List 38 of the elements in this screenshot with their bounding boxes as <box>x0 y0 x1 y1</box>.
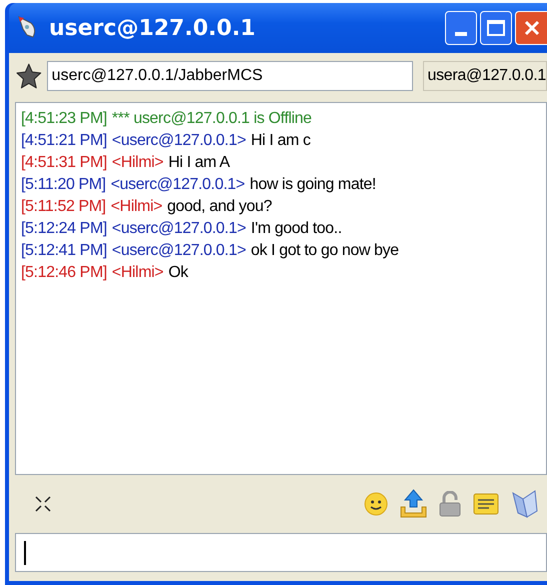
upload-icon[interactable] <box>400 489 427 519</box>
message-input[interactable] <box>15 533 547 572</box>
message-time: [5:11:52 PM] <box>21 197 106 217</box>
contact-label: usera@127.0.0.1 <box>422 61 547 91</box>
message-sender: <Hilmi> <box>112 153 164 173</box>
message-time: [4:51:21 PM] <box>21 131 107 151</box>
message-text: Hi I am A <box>168 153 230 173</box>
collapse-icon[interactable] <box>35 496 51 512</box>
maximize-button[interactable] <box>480 11 512 45</box>
message-text: Ok <box>168 263 188 283</box>
close-icon <box>522 19 540 37</box>
message-text: how is going mate! <box>250 175 376 195</box>
message-time: [4:51:31 PM] <box>21 153 107 173</box>
close-button[interactable] <box>515 11 547 45</box>
window-title: userc@127.0.0.1 <box>49 14 256 42</box>
note-icon[interactable] <box>473 492 499 516</box>
message-time: [5:12:46 PM] <box>21 263 107 283</box>
message-sender: <userc@127.0.0.1> <box>112 241 246 261</box>
message-time: [4:51:23 PM] <box>21 109 107 129</box>
message-sender: <Hilmi> <box>110 197 162 217</box>
message-time: [5:11:20 PM] <box>21 175 106 195</box>
message-time: [5:12:41 PM] <box>21 241 107 261</box>
book-icon[interactable] <box>511 489 539 519</box>
message-text: I'm good too.. <box>250 219 342 239</box>
message-sender: <userc@127.0.0.1> <box>112 219 246 239</box>
star-icon[interactable] <box>15 62 43 90</box>
message-text: good, and you? <box>167 197 272 217</box>
message-time: [5:12:24 PM] <box>21 219 107 239</box>
resource-field[interactable]: userc@127.0.0.1/JabberMCS <box>46 61 412 91</box>
minimize-button[interactable] <box>445 11 477 45</box>
padlock-icon[interactable] <box>439 491 461 517</box>
message-sender: <userc@127.0.0.1> <box>110 175 245 195</box>
status-message: *** userc@127.0.0.1 is Offline <box>112 109 312 129</box>
message-sender: <userc@127.0.0.1> <box>112 131 246 151</box>
smiley-icon[interactable] <box>364 491 388 517</box>
message-text: ok I got to go now bye <box>250 241 399 261</box>
message-text: Hi I am c <box>250 131 310 151</box>
message-sender: <Hilmi> <box>112 263 164 283</box>
